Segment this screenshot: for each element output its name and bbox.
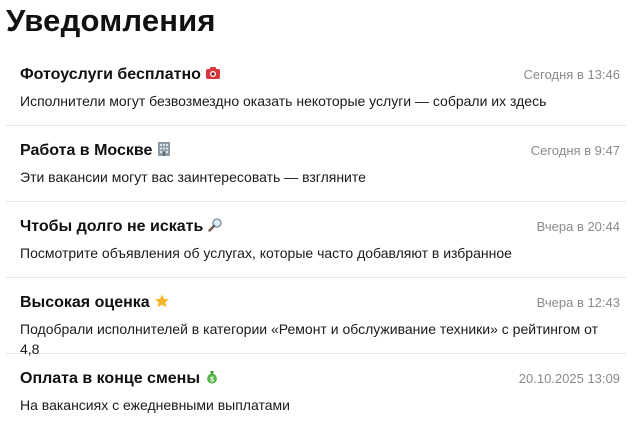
magnifier-emoji-icon — [207, 218, 223, 232]
page-title: Уведомления — [6, 3, 216, 38]
svg-text:$: $ — [210, 376, 215, 384]
notification-item[interactable]: Оплата в конце смены $ 20.10.2025 13:09 Н… — [6, 354, 626, 430]
notification-title: Работа в Москве — [20, 141, 172, 161]
notification-text: Подобрали исполнителей в категории «Ремо… — [20, 321, 599, 357]
notification-title-text: Чтобы долго не искать — [20, 218, 204, 235]
notification-item[interactable]: Работа в Москве Сегодня в 9:47 Эти вакан… — [6, 126, 626, 202]
notification-list: Фотоуслуги бесплатно Сегодня в 13:46 Исп… — [6, 50, 626, 430]
notification-text: Исполнители могут безвозмездно оказать н… — [20, 93, 547, 109]
notification-timestamp: Сегодня в 13:46 — [523, 67, 620, 82]
notification-title-text: Высокая оценка — [20, 294, 150, 311]
money-bag-emoji-icon: $ — [204, 370, 220, 384]
notification-text: На вакансиях с ежедневными выплатами — [20, 397, 290, 413]
notification-item[interactable]: Чтобы долго не искать Вчера в 20:44 Посм… — [6, 202, 626, 278]
notification-title: Фотоуслуги бесплатно — [20, 65, 221, 85]
notification-title-text: Оплата в конце смены — [20, 370, 201, 387]
office-building-emoji-icon — [156, 142, 172, 156]
notification-text: Эти вакансии могут вас заинтересовать — … — [20, 169, 366, 185]
notification-timestamp: Вчера в 12:43 — [536, 295, 620, 310]
notification-item[interactable]: Высокая оценка Вчера в 12:43 Подобрали и… — [6, 278, 626, 357]
notification-title: Высокая оценка — [20, 293, 170, 313]
notification-timestamp: Сегодня в 9:47 — [530, 143, 620, 158]
star-emoji-icon — [154, 294, 170, 308]
camera-emoji-icon — [205, 66, 221, 80]
notification-title-text: Работа в Москве — [20, 142, 153, 159]
notification-timestamp: 20.10.2025 13:09 — [518, 371, 620, 386]
notification-title: Чтобы долго не искать — [20, 217, 223, 237]
notification-title-text: Фотоуслуги бесплатно — [20, 66, 201, 83]
notification-item[interactable]: Фотоуслуги бесплатно Сегодня в 13:46 Исп… — [6, 50, 626, 126]
notification-title: Оплата в конце смены $ — [20, 369, 220, 389]
notification-timestamp: Вчера в 20:44 — [536, 219, 620, 234]
notification-text: Посмотрите объявления об услугах, которы… — [20, 245, 512, 261]
